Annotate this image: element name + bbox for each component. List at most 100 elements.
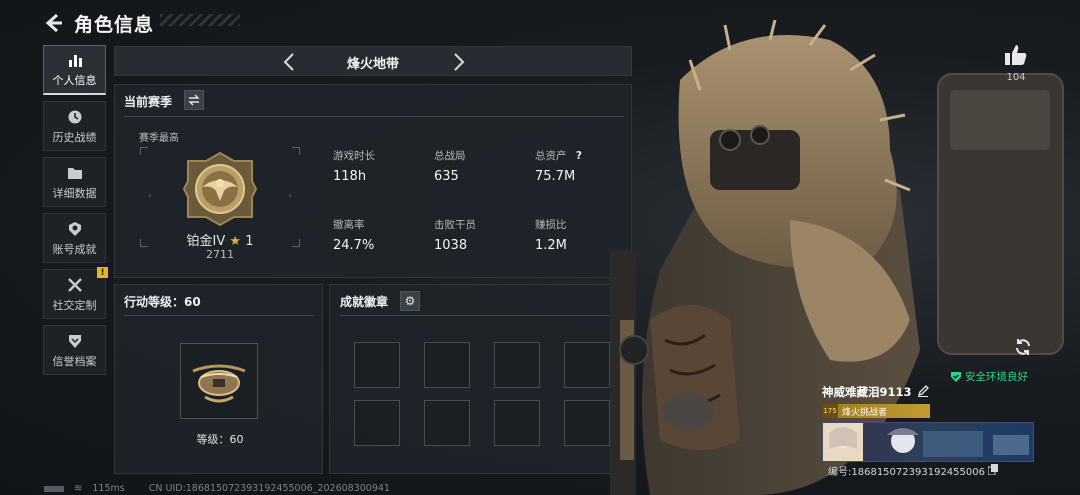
player-title: 烽火挑战者 (842, 407, 888, 418)
season-title: 烽火地带 (346, 57, 399, 72)
help-icon[interactable]: ? (576, 150, 582, 162)
level-emblem-box (180, 343, 258, 419)
sidebar-item-label: 详细数据 (52, 186, 97, 200)
stat-total-matches: 总战局 635 (434, 148, 466, 184)
shield-check-icon (951, 371, 961, 382)
divider (340, 315, 622, 316)
sidebar-item-label: 历史战绩 (52, 130, 97, 144)
action-level-heading: 行动等级：60 (124, 295, 201, 309)
stat-label: 总资产 (535, 150, 567, 162)
sidebar-item-label: 社交定制 (52, 298, 97, 312)
sidebar-item-social-custom[interactable]: 社交定制 ! (43, 267, 108, 319)
stat-play-time: 游戏时长 118h (333, 148, 375, 184)
rank-emblem-icon (182, 151, 258, 227)
environment-status: 安全环境良好 (950, 369, 1028, 384)
sidebar-item-history[interactable]: 历史战绩 (43, 101, 106, 151)
frame-corner (140, 239, 148, 247)
like-count: 104 (1006, 72, 1026, 83)
rank-score: 2711 (206, 248, 234, 261)
stat-value: 75.7M (535, 169, 576, 184)
season-best-label: 赛季最高 (139, 133, 179, 144)
wifi-icon: ≋ (74, 483, 83, 494)
stat-label: 撤离率 (333, 219, 365, 231)
banner-art-image (823, 423, 1029, 461)
status-bar: ≋ 115ms CN UID:18681507239319245500​6_20… (44, 483, 390, 494)
pencil-icon (917, 384, 929, 397)
refresh-icon (1016, 339, 1030, 355)
sidebar-item-personal-info[interactable]: 个人信息 (43, 45, 106, 95)
stat-profit-loss-ratio: 赚损比 1.2M (535, 217, 567, 253)
achievement-slot[interactable] (494, 342, 540, 388)
sidebar-item-label: 账号成就 (52, 242, 97, 256)
current-season-heading: 当前赛季 (124, 95, 173, 109)
sidebar: 个人信息 历史战绩 详细数据 账号成就 社交定制 ! 信誉档案 (43, 45, 108, 381)
sidebar-item-label: 信誉档案 (52, 354, 97, 368)
thumbs-up-icon (1005, 45, 1027, 65)
stat-label: 赚损比 (535, 219, 567, 231)
bar-chart-icon (66, 51, 84, 69)
player-title-tag: 175 烽火挑战者 (822, 404, 930, 418)
player-id-row: 编号:18681507239319245500​6 (828, 463, 998, 478)
player-name-row: 神威难藏泪9113 (822, 384, 1036, 400)
achievement-slot[interactable] (354, 400, 400, 446)
sidebar-item-label: 个人信息 (52, 74, 97, 87)
stat-extraction-rate: 撤离率 24.7% (333, 217, 374, 253)
frame-corner (292, 147, 300, 155)
helicopter-emblem-icon (192, 364, 246, 403)
right-arrow-marker: › (288, 191, 292, 200)
back-button[interactable] (40, 10, 66, 36)
stat-value: 24.7% (333, 238, 375, 253)
stat-operators-defeated: 击败干员 1038 (434, 217, 476, 253)
like-button[interactable]: 104 (1000, 44, 1032, 83)
copy-icon (987, 463, 998, 475)
rank-name: 铂金IV (186, 234, 226, 249)
stat-label: 击败干员 (434, 219, 476, 231)
refresh-button[interactable] (1011, 335, 1035, 359)
stat-value: 1.2M (535, 238, 567, 253)
achievement-slot[interactable] (424, 342, 470, 388)
sidebar-item-achievements[interactable]: 账号成就 (43, 213, 106, 263)
stat-total-assets: 总资产 ? 75.7M (535, 148, 582, 184)
stat-label: 游戏时长 (333, 150, 375, 162)
stat-label: 总战局 (434, 150, 466, 162)
tools-icon (66, 276, 84, 294)
uid-text: CN UID:18681507239319245500​6_2026083009… (148, 483, 390, 494)
switch-season-button[interactable] (184, 90, 204, 110)
achievement-slot[interactable] (354, 342, 400, 388)
player-banner[interactable] (822, 422, 1034, 462)
battery-indicator (44, 485, 64, 492)
page-title: 角色信息 (74, 14, 155, 36)
achievement-slot[interactable] (494, 400, 540, 446)
copy-id-button[interactable] (987, 463, 998, 478)
season-selector: 烽火地带 (114, 46, 632, 76)
environment-status-text: 安全环境良好 (965, 371, 1028, 383)
divider (124, 116, 624, 117)
star-icon: ★ (229, 234, 242, 249)
achievement-slot[interactable] (424, 400, 470, 446)
achievement-settings-button[interactable]: ⚙ (400, 291, 420, 311)
achievements-heading: 成就徽章 (340, 295, 389, 309)
level-text: 等级：60 (196, 433, 244, 446)
gear-icon: ⚙ (404, 294, 416, 308)
sidebar-item-reputation[interactable]: 信誉档案 (43, 325, 106, 375)
medal-icon (66, 220, 84, 238)
player-level-badge: 175 (822, 404, 838, 418)
stat-value: 635 (434, 169, 459, 184)
sidebar-item-detailed-data[interactable]: 详细数据 (43, 157, 106, 207)
next-season-button[interactable] (449, 51, 469, 73)
player-name: 神威难藏泪9113 (822, 385, 912, 399)
back-arrow-icon (45, 13, 62, 33)
left-arrow-marker: ‹ (148, 191, 152, 200)
ping-text: 115ms (92, 483, 125, 494)
chevron-right-icon (454, 53, 465, 71)
stat-value: 1038 (434, 238, 468, 253)
folder-icon (66, 164, 84, 182)
clock-icon (66, 108, 84, 126)
divider (124, 315, 314, 316)
rank-stars: 1 (245, 234, 254, 249)
stat-label-row: 总资产 ? (535, 148, 582, 163)
notification-badge: ! (97, 267, 108, 278)
player-id: 编号:18681507239319245500​6 (828, 467, 985, 478)
swap-icon (188, 94, 200, 106)
edit-name-button[interactable] (917, 384, 929, 400)
